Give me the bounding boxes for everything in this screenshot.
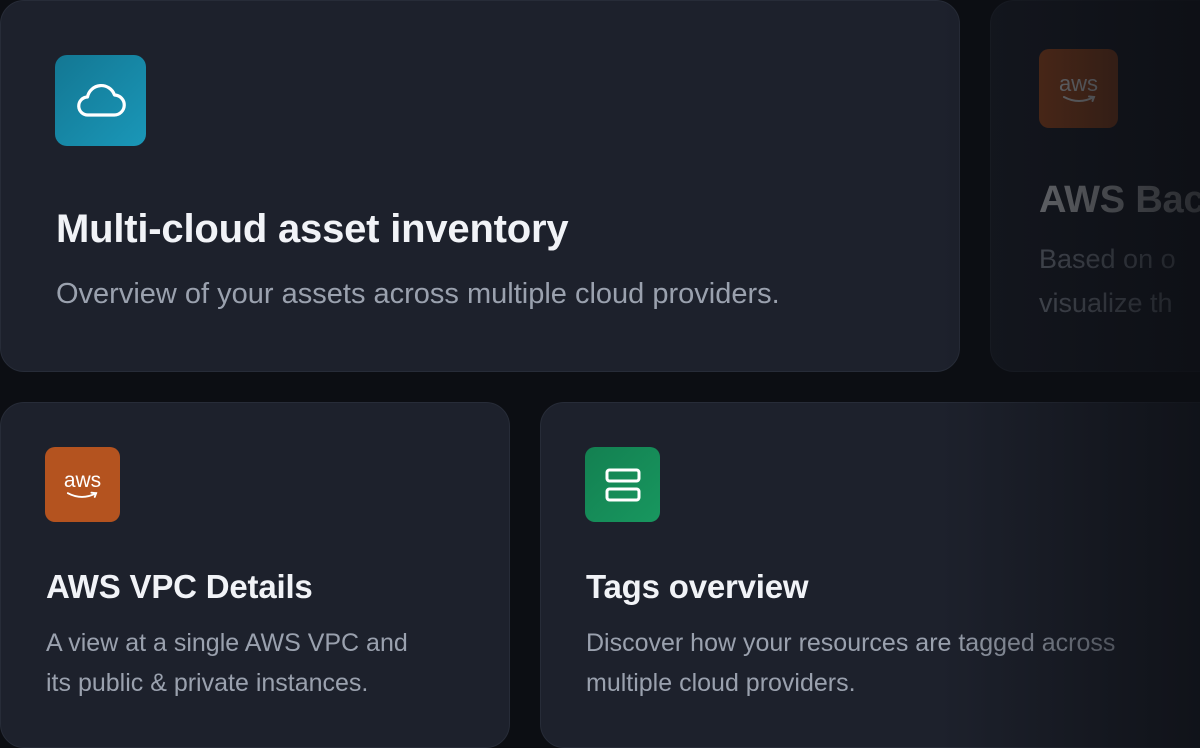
card-description-line-1: A view at a single AWS VPC and — [46, 629, 408, 657]
card-description-line-2: its public & private instances. — [46, 669, 369, 697]
card-description-line-1: Based on o — [1039, 244, 1176, 274]
card-tags-overview[interactable]: Tags overview Discover how your resource… — [540, 402, 1200, 748]
aws-smile-icon — [1062, 95, 1095, 102]
aws-logo-icon-tile: aws — [1039, 49, 1118, 128]
card-multi-cloud-asset-inventory[interactable]: Multi-cloud asset inventory Overview of … — [0, 0, 960, 372]
card-description-line-1: Discover how your resources are tagged a… — [586, 629, 1116, 657]
card-title: Tags overview — [586, 568, 809, 605]
aws-logo-icon: aws — [64, 470, 101, 500]
card-title: AWS VPC Details — [46, 568, 313, 605]
tags-icon-tile — [585, 447, 660, 522]
cloud-icon-tile — [55, 55, 146, 146]
aws-logo-icon: aws — [1059, 73, 1098, 104]
card-aws-backup[interactable]: aws AWS Bac Based on o visualize th — [990, 0, 1200, 372]
card-description-line-2: visualize th — [1039, 288, 1173, 318]
aws-logo-text: aws — [63, 468, 102, 492]
card-aws-vpc-details[interactable]: aws AWS VPC Details A view at a single A… — [0, 402, 510, 748]
card-title: Multi-cloud asset inventory — [56, 207, 569, 251]
card-title: AWS Bac — [1039, 179, 1200, 221]
aws-smile-icon — [67, 491, 98, 498]
cloud-icon — [76, 83, 126, 117]
card-description-line-2: multiple cloud providers. — [586, 669, 856, 697]
aws-logo-text: aws — [1058, 71, 1099, 96]
dashboard-templates-view: Multi-cloud asset inventory Overview of … — [0, 0, 1200, 748]
aws-logo-icon-tile: aws — [45, 447, 120, 522]
tags-icon — [605, 468, 640, 501]
card-description: Overview of your assets across multiple … — [56, 278, 780, 310]
